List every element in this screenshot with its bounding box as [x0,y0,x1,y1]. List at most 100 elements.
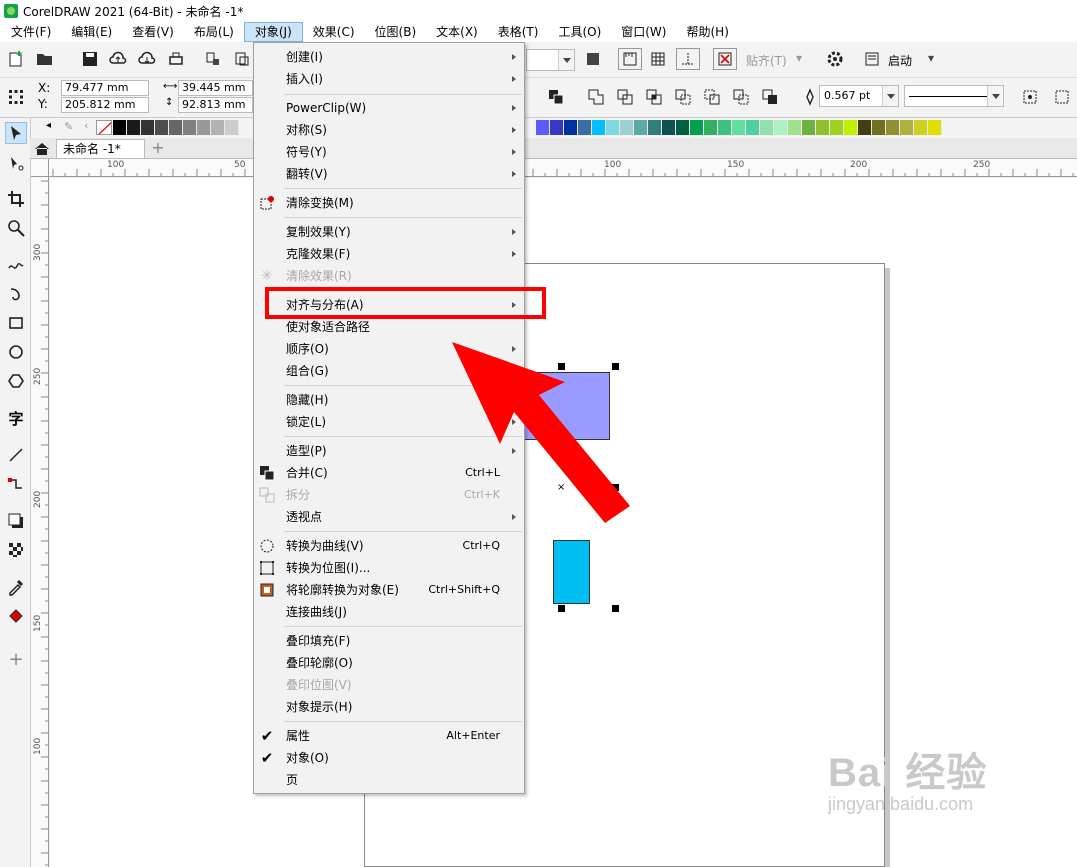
menu-item-flip[interactable]: 翻转(V) [254,163,524,185]
pick-tool-icon[interactable] [5,122,27,144]
color-swatch[interactable] [676,120,690,135]
ellipse-tool-icon[interactable] [5,341,27,363]
menu-item-objects[interactable]: ✔ 对象(O) [254,747,524,769]
menu-item-pages[interactable]: 页 [254,769,524,791]
shape-tool-icon[interactable] [5,152,27,174]
menu-window[interactable]: 窗口(W) [611,22,676,42]
height-field[interactable]: 92.813 mm [178,97,253,113]
menu-edit[interactable]: 编辑(E) [61,22,122,42]
crop-tool-icon[interactable] [5,188,27,210]
dashed-frame-2-icon[interactable] [1052,87,1072,107]
menu-item-join-curves[interactable]: 连接曲线(J) [254,601,524,623]
drop-shadow-tool-icon[interactable] [5,510,27,532]
color-swatch[interactable] [592,120,606,135]
snap-to-dropdown[interactable]: 贴齐(T) [746,52,787,69]
menu-help[interactable]: 帮助(H) [676,22,738,42]
no-color-swatch[interactable] [96,120,112,135]
import-icon[interactable] [203,49,223,69]
color-swatch[interactable] [858,120,872,135]
launch-icon[interactable] [862,49,882,69]
menu-item-clear-transformations[interactable]: 清除变换(M) [254,192,524,214]
connector-tool-icon[interactable] [5,473,27,495]
artistic-media-tool-icon[interactable] [5,283,27,305]
print-icon[interactable] [166,49,186,69]
snap-off-icon[interactable] [713,48,737,70]
color-swatch[interactable] [141,120,155,135]
document-tab[interactable]: 未命名 -1* [56,139,145,158]
menu-item-symmetry[interactable]: 对称(S) [254,119,524,141]
menu-item-clone-effect[interactable]: 克隆效果(F) [254,243,524,265]
full-screen-icon[interactable] [583,49,603,69]
new-document-icon[interactable] [6,49,26,69]
simplify-icon[interactable] [673,87,693,107]
intersect-icon[interactable] [644,87,664,107]
line-style-select[interactable] [904,85,1004,107]
color-swatch[interactable] [169,120,183,135]
menu-layout[interactable]: 布局(L) [184,22,244,42]
outline-width-select[interactable]: 0.567 pt [819,85,899,107]
show-grid-icon[interactable] [648,49,668,69]
color-swatch[interactable] [211,120,225,135]
color-swatch[interactable] [704,120,718,135]
menu-item-convert-to-bitmap[interactable]: 转换为位图(I)... [254,557,524,579]
create-boundary-icon[interactable] [760,87,780,107]
parallel-dimension-tool-icon[interactable] [5,444,27,466]
trim-icon[interactable] [615,87,635,107]
color-swatch[interactable] [578,120,592,135]
menu-file[interactable]: 文件(F) [1,22,61,42]
color-swatch[interactable] [844,120,858,135]
vertical-ruler[interactable]: 300 250 200 150 100 [31,177,49,867]
color-swatch[interactable] [746,120,760,135]
color-swatch[interactable] [886,120,900,135]
color-swatch[interactable] [183,120,197,135]
freehand-tool-icon[interactable] [5,254,27,276]
new-tab-icon[interactable]: + [148,139,168,158]
combine-icon[interactable] [546,87,566,107]
color-swatch[interactable] [900,120,914,135]
palette-back-icon[interactable]: ‹ [84,119,88,132]
menu-item-properties[interactable]: ✔ 属性 Alt+Enter [254,725,524,747]
menu-tools[interactable]: 工具(O) [548,22,611,42]
color-swatch[interactable] [690,120,704,135]
color-swatch[interactable] [536,120,550,135]
menu-item-outline-to-object[interactable]: 将轮廓转换为对象(E) Ctrl+Shift+Q [254,579,524,601]
color-swatch[interactable] [225,120,239,135]
color-swatch[interactable] [634,120,648,135]
show-guidelines-icon[interactable] [676,48,700,70]
color-swatch[interactable] [113,120,127,135]
zoom-level-select[interactable] [526,49,575,71]
add-tool-icon[interactable]: + [5,648,27,670]
color-swatch[interactable] [648,120,662,135]
color-swatch[interactable] [830,120,844,135]
palette-scroll-left-icon[interactable]: ◂ [46,120,51,131]
launch-label[interactable]: 启动 [888,52,912,69]
color-swatch[interactable] [914,120,928,135]
menu-item-create[interactable]: 创建(I) [254,46,524,68]
color-swatch[interactable] [760,120,774,135]
menu-item-powerclip[interactable]: PowerClip(W) [254,97,524,119]
color-swatch[interactable] [197,120,211,135]
menu-object[interactable]: 对象(J) [243,22,303,42]
menu-item-convert-to-curves[interactable]: 转换为曲线(V) Ctrl+Q [254,535,524,557]
menu-bitmaps[interactable]: 位图(B) [365,22,427,42]
menu-view[interactable]: 查看(V) [122,22,184,42]
color-swatch[interactable] [802,120,816,135]
menu-item-overprint-fill[interactable]: 叠印填充(F) [254,630,524,652]
export-icon[interactable] [232,49,252,69]
polygon-tool-icon[interactable] [5,370,27,392]
menu-item-overprint-outline[interactable]: 叠印轮廓(O) [254,652,524,674]
color-swatch[interactable] [788,120,802,135]
object-origin-icon[interactable] [6,87,26,107]
dashed-frame-icon[interactable] [1020,87,1040,107]
x-position-field[interactable]: 79.477 mm [61,80,149,96]
cloud-upload-icon[interactable] [108,49,128,69]
menu-text[interactable]: 文本(X) [426,22,488,42]
color-swatch[interactable] [718,120,732,135]
menu-table[interactable]: 表格(T) [488,22,549,42]
menu-effects[interactable]: 效果(C) [303,22,365,42]
menu-item-insert[interactable]: 插入(I) [254,68,524,90]
eyedropper-tool-icon[interactable] [5,576,27,598]
color-swatch[interactable] [620,120,634,135]
rectangle-tool-icon[interactable] [5,312,27,334]
selection-handle[interactable] [612,605,619,612]
